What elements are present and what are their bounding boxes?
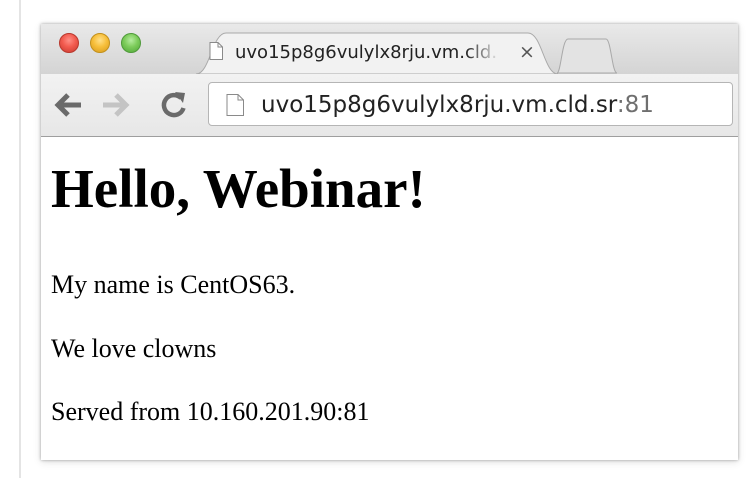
address-url[interactable]: uvo15p8g6vulylx8rju.vm.cld.sr:81 bbox=[261, 91, 654, 119]
back-button[interactable] bbox=[51, 89, 85, 121]
tab-title-fade bbox=[466, 40, 500, 66]
tab-close-icon[interactable]: × bbox=[518, 41, 536, 63]
window-close-button[interactable] bbox=[59, 33, 79, 53]
new-tab-icon bbox=[556, 38, 618, 74]
page-left-border bbox=[19, 0, 21, 478]
reload-icon bbox=[161, 92, 186, 118]
address-bar[interactable]: uvo15p8g6vulylx8rju.vm.cld.sr:81 bbox=[208, 82, 733, 126]
paragraph-name: My name is CentOS63. bbox=[51, 270, 296, 299]
reload-button[interactable] bbox=[157, 89, 191, 121]
window-zoom-button[interactable] bbox=[121, 33, 141, 53]
page-heading: Hello, Webinar! bbox=[51, 158, 426, 219]
url-port: :81 bbox=[616, 92, 654, 118]
paragraph-clowns: We love clowns bbox=[51, 334, 217, 363]
browser-window: uvo15p8g6vulylx8rju.vm.cld.sr:81 × bbox=[41, 24, 738, 460]
url-host: uvo15p8g6vulylx8rju.vm.cld.sr bbox=[261, 92, 617, 118]
new-tab-button[interactable] bbox=[553, 38, 619, 79]
page-icon bbox=[226, 94, 244, 116]
browser-toolbar: uvo15p8g6vulylx8rju.vm.cld.sr:81 bbox=[41, 74, 738, 137]
tab-page-icon bbox=[209, 42, 223, 60]
tab-strip: uvo15p8g6vulylx8rju.vm.cld.sr:81 × bbox=[41, 24, 738, 74]
forward-button[interactable] bbox=[99, 89, 133, 121]
paragraph-served-from: Served from 10.160.201.90:81 bbox=[51, 397, 370, 426]
browser-tab-active[interactable]: uvo15p8g6vulylx8rju.vm.cld.sr:81 × bbox=[196, 32, 576, 74]
tab-title: uvo15p8g6vulylx8rju.vm.cld.sr:81 bbox=[235, 42, 497, 63]
page-content: Hello, Webinar! My name is CentOS63. We … bbox=[41, 137, 738, 460]
forward-arrow-icon bbox=[103, 93, 130, 117]
back-arrow-icon bbox=[54, 93, 81, 117]
window-minimize-button[interactable] bbox=[90, 33, 110, 53]
